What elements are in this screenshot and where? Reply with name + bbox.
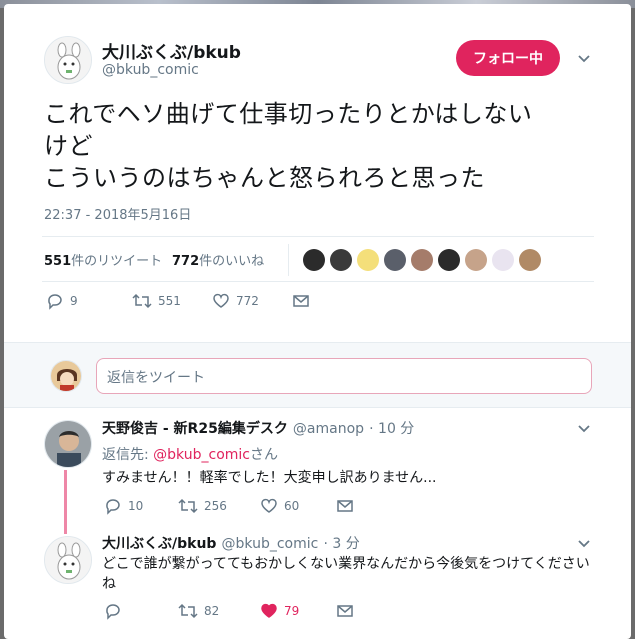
like-count: 772 [172,254,200,269]
envelope-icon [292,292,310,310]
heart-icon [260,497,278,515]
reply-author-avatar[interactable] [44,420,92,468]
reply-to-suffix: さん [249,447,278,463]
reply-button[interactable] [104,602,178,620]
like-count: 79 [284,604,300,618]
liker-avatars [288,244,541,276]
author-avatar[interactable] [44,36,92,84]
like-action-count: 772 [236,294,259,308]
thread-connector-line [64,470,67,534]
author-handle[interactable]: @bkub_comic [102,62,199,78]
reply-button[interactable]: 10 [104,497,178,515]
reply-composer: 返信をツイート [4,342,631,408]
like-stat[interactable]: 772件のいいね [172,250,264,269]
heart-filled-icon [260,602,278,620]
reply-button[interactable]: 9 [46,292,132,310]
reply-count: 10 [128,499,144,513]
chevron-down-icon[interactable] [576,50,592,66]
tweet-stats: 551件のリツイート 772件のいいね [42,236,594,282]
author-name[interactable]: 大川ぶくぶ/bkub [102,38,241,63]
liker-avatar[interactable] [492,249,514,271]
tweet-timestamp[interactable]: 22:37 - 2018年5月16日 [44,204,191,223]
tweet-actions: 9 551 772 [46,292,310,310]
liker-avatar[interactable] [465,249,487,271]
reply-header: 大川ぶくぶ/bkub @bkub_comic · 3 分 [102,533,360,553]
tweet-card: 大川ぶくぶ/bkub @bkub_comic フォロー中 これでヘソ曲げて仕事切… [4,4,631,639]
heart-icon [212,292,230,310]
liker-avatar[interactable] [303,249,325,271]
retweet-action-count: 551 [158,294,181,308]
following-button[interactable]: フォロー中 [456,40,560,76]
envelope-icon [336,497,354,515]
retweet-icon [178,497,198,515]
current-user-avatar [50,360,82,392]
reply-author-handle[interactable]: @amanop [293,421,364,437]
envelope-icon [336,602,354,620]
reply-author-avatar[interactable] [44,536,92,584]
reply-icon [46,292,64,310]
liker-avatar[interactable] [384,249,406,271]
liker-avatar[interactable] [411,249,433,271]
like-button[interactable]: 79 [260,602,336,620]
retweet-icon [178,602,198,620]
like-stat-label: 件のいいね [199,254,265,269]
retweet-count: 256 [204,499,227,513]
reply-header: 天野俊吉 - 新R25編集デスク @amanop · 10 分 [102,418,414,438]
reply-author-name[interactable]: 天野俊吉 - 新R25編集デスク [102,421,288,437]
chevron-down-icon[interactable] [576,420,592,436]
retweet-stat[interactable]: 551件のリツイート [44,250,162,269]
direct-message-button[interactable] [336,602,354,620]
liker-avatar[interactable] [438,249,460,271]
liker-avatar[interactable] [357,249,379,271]
retweet-button[interactable]: 82 [178,602,260,620]
reply-author-handle[interactable]: @bkub_comic [222,536,319,552]
like-button[interactable]: 772 [212,292,292,310]
reply-icon [104,602,122,620]
like-count: 60 [284,499,300,513]
reply-text: すみません！！軽率でした！大変申し訳ありません... [102,470,437,486]
reply-time[interactable]: · 10 分 [369,421,414,437]
retweet-stat-label: 件のリツイート [71,254,163,269]
like-button[interactable]: 60 [260,497,336,515]
reply-input[interactable]: 返信をツイート [96,358,592,394]
retweet-button[interactable]: 551 [132,292,212,310]
reply-actions: 10 256 60 [104,497,354,515]
liker-avatar[interactable] [330,249,352,271]
direct-message-button[interactable] [292,292,310,310]
retweet-count: 551 [44,254,72,269]
reply-time[interactable]: · 3 分 [323,536,359,552]
reply-actions: 82 79 [104,602,354,620]
reply-to-handle[interactable]: @bkub_comic [153,447,250,463]
chevron-down-icon[interactable] [576,535,592,551]
reply-text: どこで誰が繋がっててもおかしくない業界なんだから今後気をつけてくださいね [102,556,590,592]
tweet-text: これでヘソ曲げて仕事切ったりとかはしない けど こういうのはちゃんと怒られろと思… [44,100,533,192]
retweet-icon [132,292,152,310]
reply-author-name[interactable]: 大川ぶくぶ/bkub [102,536,216,552]
liker-avatar[interactable] [519,249,541,271]
reply-to-line: 返信先: @bkub_comicさん [102,444,278,464]
retweet-button[interactable]: 256 [178,497,260,515]
reply-icon [104,497,122,515]
reply-to-prefix: 返信先: [102,447,154,463]
retweet-count: 82 [204,604,220,618]
reply-count: 9 [70,294,78,308]
direct-message-button[interactable] [336,497,354,515]
